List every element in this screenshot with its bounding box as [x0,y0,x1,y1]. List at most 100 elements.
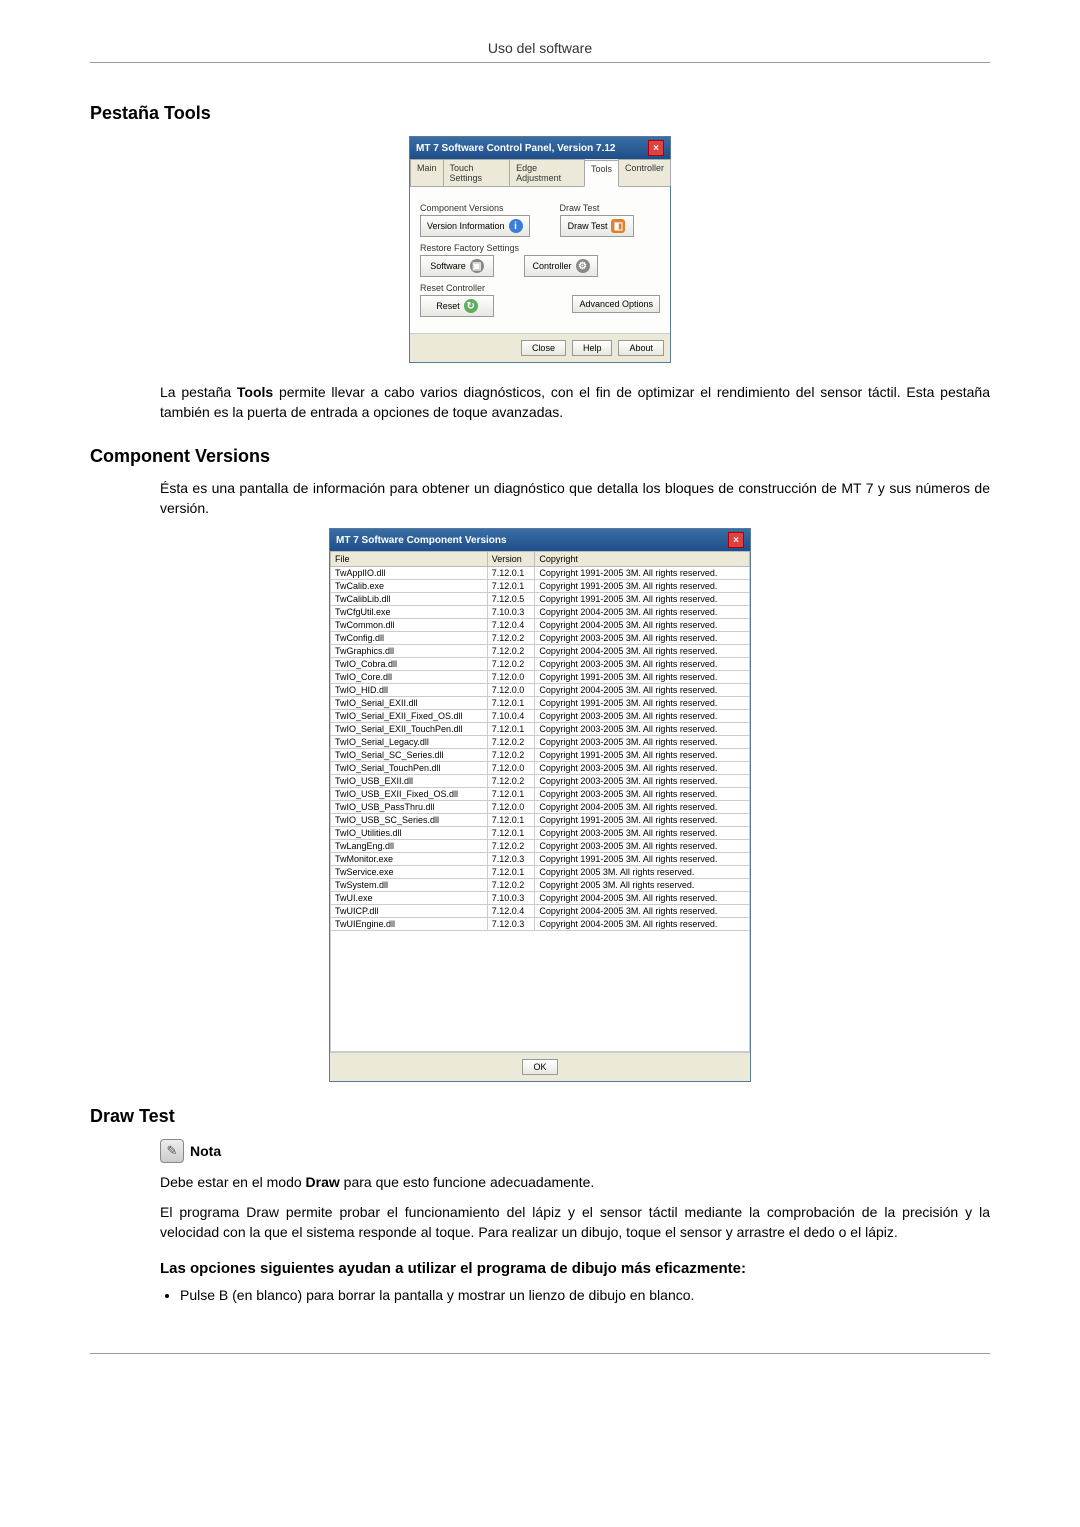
list-item: Pulse B (en blanco) para borrar la panta… [180,1287,990,1303]
draw-test-button[interactable]: Draw Test ◧ [560,215,634,237]
table-row[interactable]: TwIO_Serial_EXII.dll7.12.0.1Copyright 19… [331,697,750,710]
cell-file: TwConfig.dll [331,632,488,645]
cell-file: TwCommon.dll [331,619,488,632]
table-row[interactable]: TwCalib.exe7.12.0.1Copyright 1991-2005 3… [331,580,750,593]
cell-version: 7.12.0.2 [487,658,535,671]
col-copyright[interactable]: Copyright [535,552,750,567]
draw-paragraph: El programa Draw permite probar el funci… [160,1203,990,1242]
reset-button[interactable]: Reset ↻ [420,295,494,317]
cell-version: 7.12.0.2 [487,632,535,645]
table-row[interactable]: TwIO_Serial_EXII_TouchPen.dll7.12.0.1Cop… [331,723,750,736]
table-row[interactable]: TwIO_USB_EXII.dll7.12.0.2Copyright 2003-… [331,775,750,788]
draw-note: Debe estar en el modo Draw para que esto… [160,1173,990,1193]
cell-copyright: Copyright 2005 3M. All rights reserved. [535,879,750,892]
table-row[interactable]: TwSystem.dll7.12.0.2Copyright 2005 3M. A… [331,879,750,892]
cell-version: 7.10.0.3 [487,606,535,619]
table-row[interactable]: TwIO_Utilities.dll7.12.0.1Copyright 2003… [331,827,750,840]
cell-version: 7.12.0.2 [487,775,535,788]
table-row[interactable]: TwIO_Serial_Legacy.dll7.12.0.2Copyright … [331,736,750,749]
table-row[interactable]: TwUICP.dll7.12.0.4Copyright 2004-2005 3M… [331,905,750,918]
cell-version: 7.12.0.3 [487,918,535,931]
cell-file: TwIO_USB_SC_Series.dll [331,814,488,827]
cell-file: TwIO_Cobra.dll [331,658,488,671]
cell-version: 7.12.0.0 [487,801,535,814]
table-row[interactable]: TwApplIO.dll7.12.0.1Copyright 1991-2005 … [331,567,750,580]
software-icon: ▣ [470,259,484,273]
col-version[interactable]: Version [487,552,535,567]
cell-copyright: Copyright 2003-2005 3M. All rights reser… [535,762,750,775]
cell-version: 7.12.0.4 [487,619,535,632]
col-file[interactable]: File [331,552,488,567]
table-row[interactable]: TwUIEngine.dll7.12.0.3Copyright 2004-200… [331,918,750,931]
section-draw-test-heading: Draw Test [90,1106,990,1127]
cell-version: 7.12.0.1 [487,697,535,710]
tab-edge-adjustment[interactable]: Edge Adjustment [509,159,585,186]
tab-tools[interactable]: Tools [584,160,619,187]
section-tools-heading: Pestaña Tools [90,103,990,124]
bold-word: Tools [237,384,273,400]
close-icon[interactable]: × [728,532,744,548]
cell-version: 7.10.0.3 [487,892,535,905]
cell-file: TwIO_Core.dll [331,671,488,684]
draw-subhead: Las opciones siguientes ayudan a utiliza… [160,1260,990,1277]
table-row[interactable]: TwGraphics.dll7.12.0.2Copyright 2004-200… [331,645,750,658]
about-button[interactable]: About [618,340,664,356]
table-row[interactable]: TwIO_USB_EXII_Fixed_OS.dll7.12.0.1Copyri… [331,788,750,801]
tab-touch-settings[interactable]: Touch Settings [443,159,511,186]
table-row[interactable]: TwIO_Core.dll7.12.0.0Copyright 1991-2005… [331,671,750,684]
table-row[interactable]: TwLangEng.dll7.12.0.2Copyright 2003-2005… [331,840,750,853]
bold-word: Draw [306,1174,340,1190]
cell-version: 7.12.0.1 [487,788,535,801]
cell-file: TwLangEng.dll [331,840,488,853]
group-restore-factory: Restore Factory Settings [420,243,660,253]
table-row[interactable]: TwCfgUtil.exe7.10.0.3Copyright 2004-2005… [331,606,750,619]
table-row[interactable]: TwUI.exe7.10.0.3Copyright 2004-2005 3M. … [331,892,750,905]
tab-controller[interactable]: Controller [618,159,671,186]
controller-button[interactable]: Controller ⚙ [524,255,598,277]
table-row[interactable]: TwIO_Serial_TouchPen.dll7.12.0.0Copyrigh… [331,762,750,775]
table-row[interactable]: TwCommon.dll7.12.0.4Copyright 2004-2005 … [331,619,750,632]
software-button[interactable]: Software ▣ [420,255,494,277]
cv-paragraph: Ésta es una pantalla de información para… [160,479,990,518]
table-row[interactable]: TwIO_USB_SC_Series.dll7.12.0.1Copyright … [331,814,750,827]
close-button[interactable]: Close [521,340,566,356]
table-row[interactable]: TwIO_Serial_EXII_Fixed_OS.dll7.10.0.4Cop… [331,710,750,723]
cell-copyright: Copyright 2003-2005 3M. All rights reser… [535,840,750,853]
cell-file: TwIO_Serial_EXII_TouchPen.dll [331,723,488,736]
ok-button[interactable]: OK [522,1059,557,1075]
table-row[interactable]: TwIO_Cobra.dll7.12.0.2Copyright 2003-200… [331,658,750,671]
cell-copyright: Copyright 1991-2005 3M. All rights reser… [535,671,750,684]
cell-copyright: Copyright 2003-2005 3M. All rights reser… [535,723,750,736]
cell-copyright: Copyright 2003-2005 3M. All rights reser… [535,827,750,840]
cell-version: 7.12.0.0 [487,684,535,697]
cell-version: 7.12.0.2 [487,749,535,762]
cell-version: 7.10.0.4 [487,710,535,723]
cell-version: 7.12.0.2 [487,736,535,749]
cell-file: TwSystem.dll [331,879,488,892]
cell-file: TwIO_Serial_SC_Series.dll [331,749,488,762]
reset-icon: ↻ [464,299,478,313]
table-row[interactable]: TwIO_Serial_SC_Series.dll7.12.0.2Copyrig… [331,749,750,762]
text: permite llevar a cabo varios diagnóstico… [160,384,990,420]
table-row[interactable]: TwIO_USB_PassThru.dll7.12.0.0Copyright 2… [331,801,750,814]
table-row[interactable]: TwService.exe7.12.0.1Copyright 2005 3M. … [331,866,750,879]
cell-version: 7.12.0.2 [487,879,535,892]
button-label: Draw Test [568,221,608,231]
table-row[interactable]: TwIO_HID.dll7.12.0.0Copyright 2004-2005 … [331,684,750,697]
cell-copyright: Copyright 2003-2005 3M. All rights reser… [535,658,750,671]
version-information-button[interactable]: Version Information i [420,215,530,237]
table-row[interactable]: TwConfig.dll7.12.0.2Copyright 2003-2005 … [331,632,750,645]
cell-file: TwCalib.exe [331,580,488,593]
table-row[interactable]: TwMonitor.exe7.12.0.3Copyright 1991-2005… [331,853,750,866]
table-row[interactable]: TwCalibLib.dll7.12.0.5Copyright 1991-200… [331,593,750,606]
tools-paragraph: La pestaña Tools permite llevar a cabo v… [160,383,990,422]
tab-main[interactable]: Main [410,159,444,186]
cell-copyright: Copyright 2003-2005 3M. All rights reser… [535,788,750,801]
close-icon[interactable]: × [648,140,664,156]
advanced-options-button[interactable]: Advanced Options [572,295,660,313]
help-button[interactable]: Help [572,340,613,356]
cell-file: TwService.exe [331,866,488,879]
cell-file: TwApplIO.dll [331,567,488,580]
cell-copyright: Copyright 2003-2005 3M. All rights reser… [535,710,750,723]
cell-file: TwIO_USB_EXII.dll [331,775,488,788]
